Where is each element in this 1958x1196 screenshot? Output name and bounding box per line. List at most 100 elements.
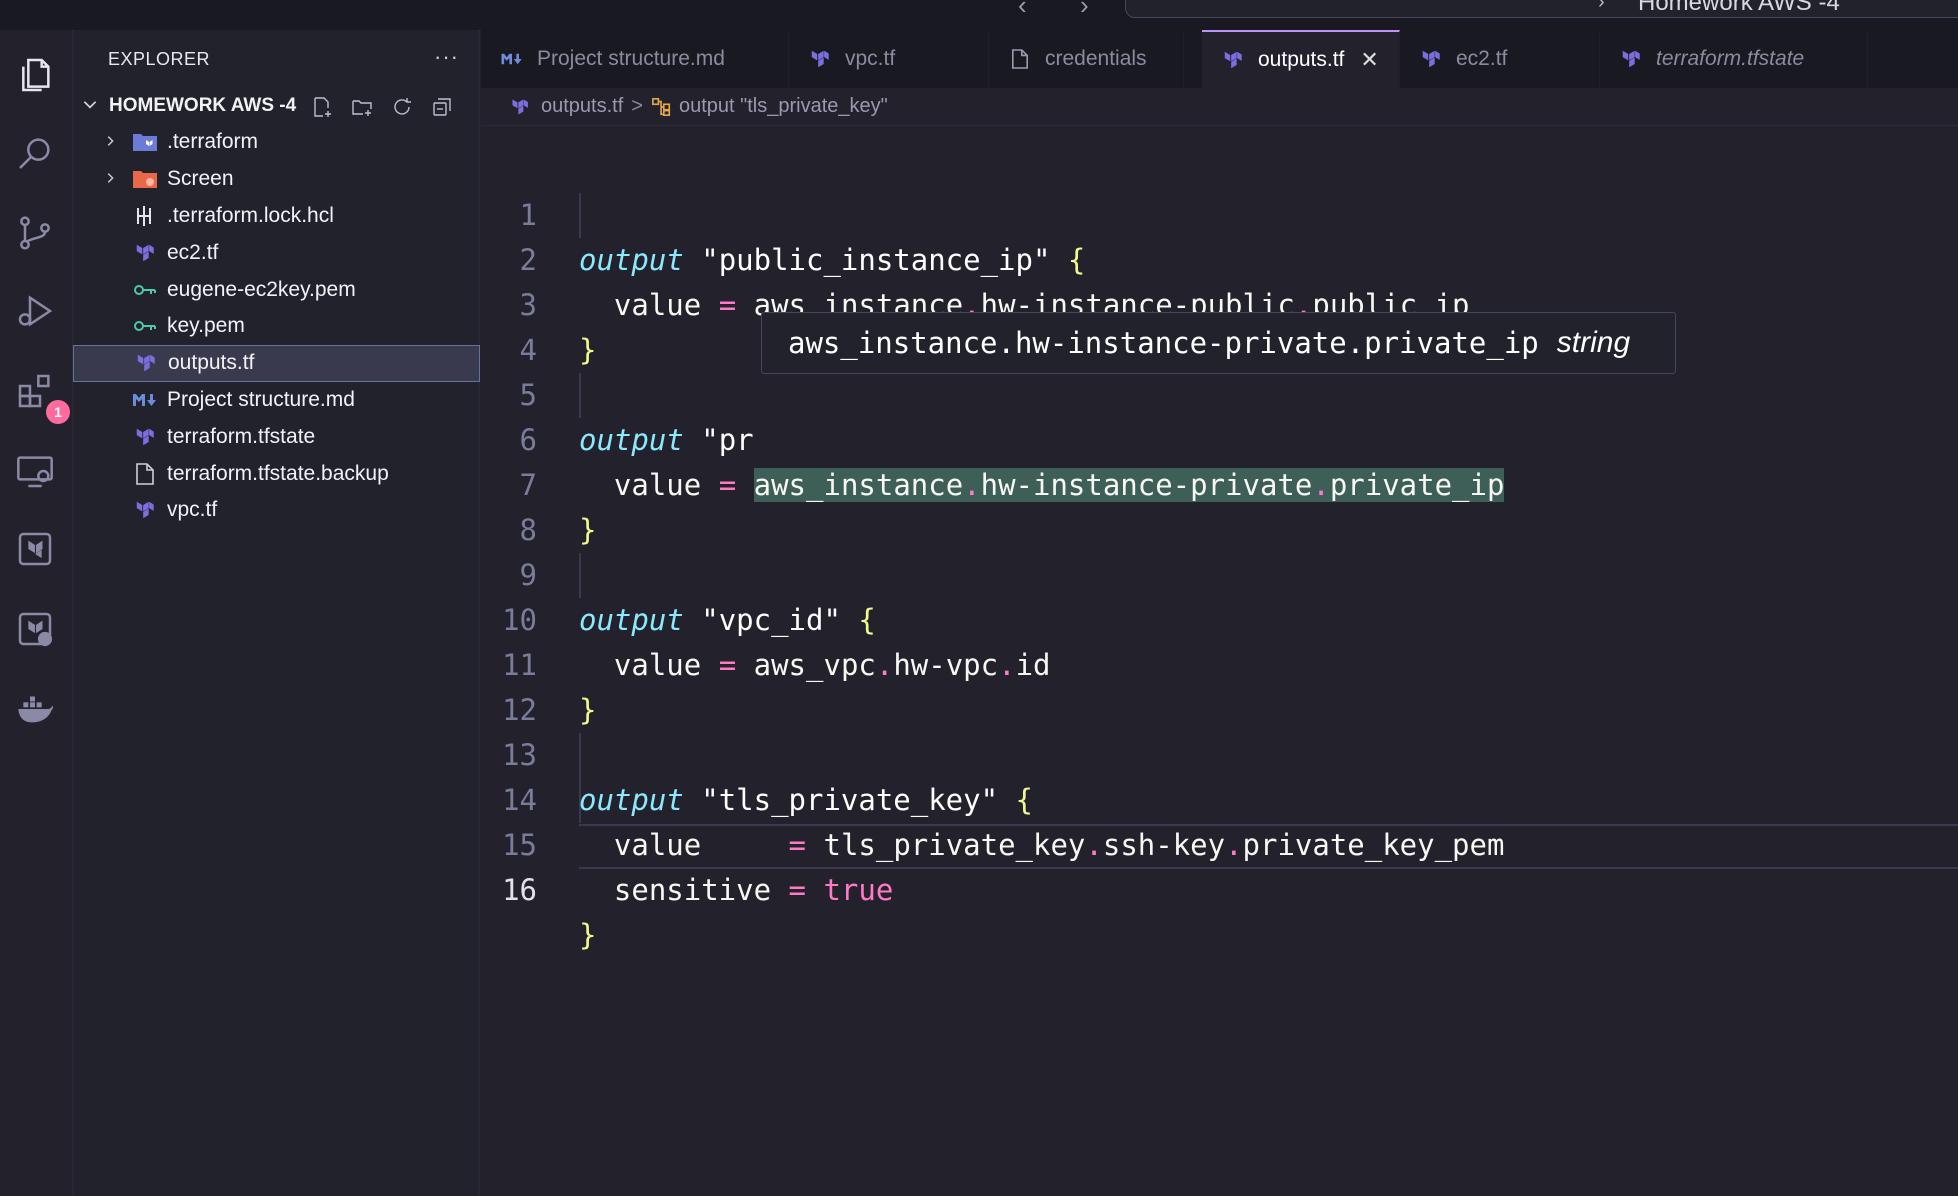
source-control-icon[interactable] [12, 210, 58, 256]
code-line[interactable]: 11 } [481, 598, 1958, 727]
tree-item-label: Screen [167, 167, 234, 191]
generic-file-icon [131, 460, 159, 488]
workspace-folder-row[interactable]: HOMEWORK AWS -4 [73, 88, 480, 124]
tab-label: terraform.tfstate [1656, 47, 1805, 70]
tree-item-vpc-tf[interactable]: vpc.tf [73, 492, 480, 529]
tab-project-structure[interactable]: Project structure.md [481, 30, 789, 88]
close-icon[interactable]: ✕ [1360, 47, 1378, 73]
tree-item-project-structure[interactable]: Project structure.md [73, 382, 480, 419]
terraform-file-icon [1220, 47, 1246, 73]
extensions-badge: 1 [46, 400, 70, 424]
tree-item-label: eugene-ec2key.pem [167, 277, 356, 301]
tree-item-ec2-tf[interactable]: ec2.tf [73, 234, 480, 271]
explorer-icon[interactable] [12, 52, 58, 98]
forward-arrow-icon[interactable]: › [1080, 0, 1089, 18]
terraform-file-icon [131, 239, 159, 267]
tree-item-tfstate-backup[interactable]: terraform.tfstate.backup [73, 455, 480, 492]
code-line[interactable]: 1 output "public_instance_ip" { [481, 148, 1958, 277]
tree-item-lock-hcl[interactable]: .terraform.lock.hcl [73, 198, 480, 235]
window-title: Homework AWS -4 [1638, 0, 1840, 16]
tree-item-key-pem[interactable]: key.pem [73, 308, 480, 345]
tab-vpc-tf[interactable]: vpc.tf [789, 30, 989, 88]
generic-file-icon [1007, 46, 1033, 72]
tab-label: vpc.tf [845, 47, 896, 70]
terraform-file-icon [807, 46, 833, 72]
hcl-file-icon [131, 202, 159, 230]
tree-item-tfstate[interactable]: terraform.tfstate [73, 418, 480, 455]
tooltip-type: string [1556, 326, 1631, 359]
code-line[interactable]: 9 output "vpc_id" { [481, 508, 1958, 637]
code-line[interactable]: 16 } [481, 823, 1958, 952]
workspace-title: HOMEWORK AWS -4 [109, 95, 297, 116]
tab-label: credentials [1045, 47, 1147, 70]
tooltip-expression: aws_instance.hw-instance-private.private… [788, 326, 1539, 360]
code-line[interactable]: 2 value = aws_instance.hw-instance-publi… [481, 193, 1958, 322]
remote-explorer-icon[interactable] [12, 448, 58, 494]
tab-credentials[interactable]: credentials [989, 30, 1184, 88]
breadcrumb: outputs.tf > output "tls_private_key" [481, 88, 1958, 126]
tree-item-label: Project structure.md [167, 387, 355, 411]
tab-ec2-tf[interactable]: ec2.tf [1400, 30, 1600, 88]
breadcrumb-symbol[interactable]: output "tls_private_key" [679, 95, 888, 118]
command-center[interactable]: › Homework AWS -4 [1125, 0, 1958, 18]
symbol-icon [651, 97, 673, 117]
tree-item-label: terraform.tfstate [167, 424, 316, 448]
code-line[interactable]: 14 value = tls_private_key.ssh-key.priva… [481, 733, 1958, 862]
chevron-right-icon[interactable] [103, 169, 117, 190]
breadcrumb-file[interactable]: outputs.tf [541, 95, 623, 118]
code-line[interactable]: 15 sensitive = true [481, 778, 1958, 907]
brace: } [579, 918, 597, 952]
tree-item-screen-folder[interactable]: Screen [73, 161, 480, 198]
tab-outputs-tf[interactable]: outputs.tf ✕ [1202, 30, 1400, 88]
run-debug-icon[interactable] [12, 288, 58, 334]
docker-icon[interactable] [12, 686, 58, 732]
new-file-icon[interactable] [309, 94, 335, 120]
tree-item-eugene-key[interactable]: eugene-ec2key.pem [73, 271, 480, 308]
more-actions-icon[interactable]: ··· [434, 44, 459, 70]
terraform-folder-icon [131, 128, 159, 156]
code-line[interactable]: 6 value = aws_instance.hw-instance-priva… [481, 373, 1958, 502]
hover-tooltip: aws_instance.hw-instance-private.private… [761, 312, 1676, 374]
terraform-file-icon [131, 423, 159, 451]
code-line[interactable]: 3 } [481, 238, 1958, 367]
tree-item-terraform-folder[interactable]: .terraform [73, 124, 480, 161]
terraform-file-icon [507, 94, 533, 120]
line-number: 16 [502, 873, 537, 907]
collapse-all-icon[interactable] [429, 94, 455, 120]
extensions-icon[interactable]: 1 [12, 368, 70, 424]
key-file-icon [131, 276, 159, 304]
code-line[interactable]: 10 value = aws_vpc.hw-vpc.id [481, 553, 1958, 682]
terraform-cloud-icon[interactable] [12, 606, 58, 652]
chevron-right-icon[interactable] [103, 132, 117, 153]
tree-item-label: terraform.tfstate.backup [167, 461, 389, 485]
terraform-file-icon [132, 349, 160, 377]
tab-label: ec2.tf [1456, 47, 1508, 70]
chevron-down-icon[interactable] [81, 95, 103, 118]
chevron-right-icon: › [1598, 0, 1605, 13]
key-file-icon [131, 312, 159, 340]
terraform-file-icon [131, 496, 159, 524]
title-bar: ‹ › › Homework AWS -4 [0, 0, 1958, 30]
tab-label: outputs.tf [1258, 48, 1345, 71]
file-tree: .terraform Screen .terraform.lock.hcl ec… [73, 124, 480, 529]
new-folder-icon[interactable] [349, 94, 375, 120]
attribute: sensitive [613, 873, 772, 907]
back-arrow-icon[interactable]: ‹ [1018, 0, 1027, 18]
tree-item-outputs-tf[interactable]: outputs.tf [73, 344, 480, 382]
tree-item-label: vpc.tf [167, 498, 218, 522]
code-line[interactable]: 8 [481, 463, 1958, 547]
code-editor[interactable]: 1 output "public_instance_ip" { 2 value … [481, 126, 1958, 1196]
refresh-icon[interactable] [389, 94, 415, 120]
terraform-file-icon [1618, 46, 1644, 72]
explorer-sidebar: EXPLORER ··· HOMEWORK AWS -4 .terraform … [73, 30, 480, 1196]
tab-terraform-tfstate[interactable]: terraform.tfstate [1600, 30, 1868, 88]
tab-label: Project structure.md [537, 47, 725, 70]
tree-item-label: outputs.tf [168, 351, 255, 375]
search-icon[interactable] [12, 130, 58, 176]
markdown-file-icon [131, 386, 159, 414]
code-line[interactable]: 7 } [481, 418, 1958, 547]
code-line[interactable]: 12 [481, 643, 1958, 727]
tree-item-label: .terraform [167, 130, 259, 154]
code-line[interactable]: 13 output "tls_private_key" { [481, 688, 1958, 817]
terraform-icon[interactable] [12, 526, 58, 572]
